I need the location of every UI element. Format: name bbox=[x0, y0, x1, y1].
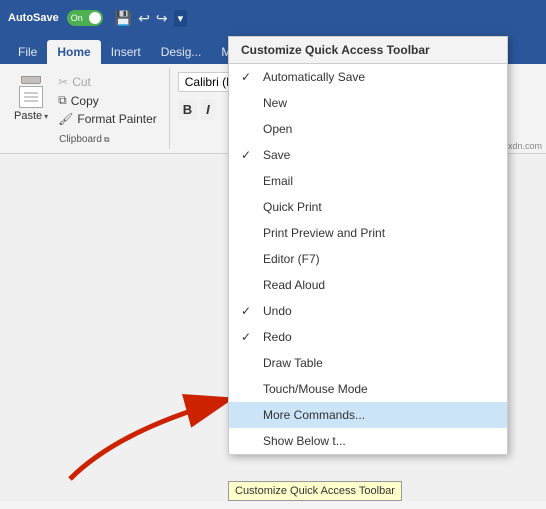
dropdown-item-quickprint-label: Quick Print bbox=[263, 200, 495, 214]
quick-access-dropdown-menu: Customize Quick Access Toolbar ✓ Automat… bbox=[228, 36, 508, 455]
font-style-row: B I bbox=[178, 99, 215, 120]
paste-icon-clip bbox=[21, 76, 41, 84]
check-redo: ✓ bbox=[241, 330, 257, 344]
paste-line-1 bbox=[24, 92, 38, 94]
clipboard-group-label: Clipboard ⧉ bbox=[59, 132, 110, 145]
paste-label: Paste bbox=[14, 110, 42, 122]
dropdown-item-undo[interactable]: ✓ Undo bbox=[229, 298, 507, 324]
dropdown-item-drawtable[interactable]: Draw Table bbox=[229, 350, 507, 376]
bold-button[interactable]: B bbox=[178, 99, 197, 120]
dropdown-item-save[interactable]: ✓ Save bbox=[229, 142, 507, 168]
paste-line-2 bbox=[24, 96, 38, 98]
copy-button[interactable]: ⧉ Copy bbox=[56, 92, 159, 109]
clipboard-group-content: Paste ▾ ✂ Cut ⧉ Copy 🖌 Format Painter bbox=[10, 72, 159, 132]
paste-dropdown-arrow[interactable]: ▾ bbox=[44, 112, 48, 121]
format-painter-label: Format Painter bbox=[77, 112, 156, 126]
copy-icon: ⧉ bbox=[58, 93, 67, 108]
dropdown-item-printpreview-label: Print Preview and Print bbox=[263, 226, 495, 240]
dropdown-item-morecommands[interactable]: More Commands... bbox=[229, 402, 507, 428]
dropdown-item-readaloud[interactable]: Read Aloud bbox=[229, 272, 507, 298]
dropdown-item-new[interactable]: New bbox=[229, 90, 507, 116]
paste-line-3 bbox=[24, 100, 38, 102]
arrow-indicator bbox=[40, 309, 240, 509]
format-painter-button[interactable]: 🖌 Format Painter bbox=[56, 111, 159, 127]
tab-file[interactable]: File bbox=[8, 40, 47, 64]
tooltip: Customize Quick Access Toolbar bbox=[228, 481, 402, 501]
paste-button[interactable]: Paste ▾ bbox=[10, 72, 52, 124]
clipboard-expand-icon[interactable]: ⧉ bbox=[104, 135, 110, 145]
cut-icon: ✂ bbox=[58, 75, 68, 89]
dropdown-item-quickprint[interactable]: Quick Print bbox=[229, 194, 507, 220]
cut-button[interactable]: ✂ Cut bbox=[56, 74, 159, 90]
check-autosave: ✓ bbox=[241, 70, 257, 84]
dropdown-item-touchmode-label: Touch/Mouse Mode bbox=[263, 382, 495, 396]
dropdown-item-redo[interactable]: ✓ Redo bbox=[229, 324, 507, 350]
autosave-toggle[interactable]: On bbox=[67, 10, 103, 26]
redo-icon[interactable]: ↪ bbox=[156, 10, 168, 27]
copy-label: Copy bbox=[71, 94, 99, 108]
dropdown-item-readaloud-label: Read Aloud bbox=[263, 278, 495, 292]
dropdown-item-editor[interactable]: Editor (F7) bbox=[229, 246, 507, 272]
check-undo: ✓ bbox=[241, 304, 257, 318]
tab-insert[interactable]: Insert bbox=[101, 40, 151, 64]
italic-button[interactable]: I bbox=[201, 99, 215, 120]
title-bar-icons: 💾 ↩ ↪ ▾ bbox=[115, 10, 187, 27]
dropdown-item-redo-label: Redo bbox=[263, 330, 495, 344]
dropdown-title: Customize Quick Access Toolbar bbox=[229, 37, 507, 64]
clipboard-secondary-icons: ✂ Cut ⧉ Copy 🖌 Format Painter bbox=[56, 72, 159, 127]
dropdown-item-printpreview[interactable]: Print Preview and Print bbox=[229, 220, 507, 246]
paste-icon-body bbox=[19, 86, 43, 108]
dropdown-item-email-label: Email bbox=[263, 174, 495, 188]
dropdown-item-autosave[interactable]: ✓ Automatically Save bbox=[229, 64, 507, 90]
dropdown-item-showbelow[interactable]: Show Below t... bbox=[229, 428, 507, 454]
paste-icon bbox=[15, 74, 47, 110]
dropdown-item-email[interactable]: Email bbox=[229, 168, 507, 194]
undo-icon[interactable]: ↩ bbox=[138, 10, 150, 27]
format-painter-icon: 🖌 bbox=[58, 112, 73, 126]
check-save: ✓ bbox=[241, 148, 257, 162]
autosave-label: AutoSave bbox=[8, 12, 59, 24]
dropdown-item-drawtable-label: Draw Table bbox=[263, 356, 495, 370]
cut-label: Cut bbox=[72, 75, 91, 89]
dropdown-item-editor-label: Editor (F7) bbox=[263, 252, 495, 266]
dropdown-item-undo-label: Undo bbox=[263, 304, 495, 318]
paste-icon-lines bbox=[24, 92, 38, 102]
dropdown-item-showbelow-label: Show Below t... bbox=[263, 434, 495, 448]
tab-home[interactable]: Home bbox=[47, 40, 100, 64]
autosave-state: On bbox=[71, 13, 83, 23]
dropdown-item-morecommands-label: More Commands... bbox=[263, 408, 495, 422]
dropdown-item-open[interactable]: Open bbox=[229, 116, 507, 142]
save-icon[interactable]: 💾 bbox=[115, 10, 132, 27]
dropdown-item-touchmode[interactable]: Touch/Mouse Mode bbox=[229, 376, 507, 402]
autosave-knob bbox=[89, 12, 101, 24]
title-bar: AutoSave On 💾 ↩ ↪ ▾ bbox=[0, 0, 546, 36]
clipboard-group: Paste ▾ ✂ Cut ⧉ Copy 🖌 Format Painter bbox=[0, 68, 170, 149]
dropdown-item-open-label: Open bbox=[263, 122, 495, 136]
dropdown-item-new-label: New bbox=[263, 96, 495, 110]
quick-access-dropdown[interactable]: ▾ bbox=[174, 10, 188, 27]
dropdown-item-save-label: Save bbox=[263, 148, 495, 162]
clipboard-label-text: Clipboard bbox=[59, 134, 102, 145]
dropdown-item-autosave-label: Automatically Save bbox=[263, 70, 495, 84]
tab-design[interactable]: Desig... bbox=[151, 40, 212, 64]
